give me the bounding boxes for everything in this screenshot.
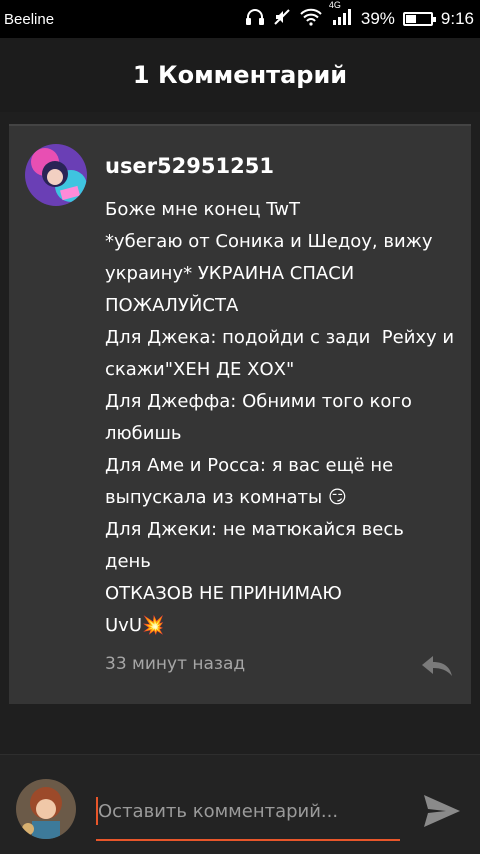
battery-fill <box>405 15 417 23</box>
send-icon <box>424 795 460 827</box>
send-button[interactable] <box>420 789 464 833</box>
battery-percent: 39% <box>360 9 395 28</box>
avatar[interactable] <box>25 144 87 206</box>
battery-icon <box>402 12 436 26</box>
page-title: 1 Комментарий <box>132 61 348 89</box>
reply-icon[interactable] <box>419 652 455 680</box>
status-bar: Beeline 4G 39% 9:16 <box>0 0 480 38</box>
comment-input-wrapper <box>96 789 400 841</box>
clock: 9:16 <box>440 9 474 28</box>
mute-icon <box>273 8 291 31</box>
signal-icon: 4G <box>329 0 353 31</box>
header: 1 Комментарий <box>0 38 480 112</box>
text-caret <box>96 797 98 825</box>
headphones-icon <box>245 8 265 31</box>
comment-body: Боже мне конец TwT *убегаю от Соника и Ш… <box>105 199 455 636</box>
comment-card: user52951251 Боже мне конец TwT *убегаю … <box>9 124 471 704</box>
wifi-icon <box>299 8 323 31</box>
comment-timestamp: 33 минут назад <box>105 654 246 674</box>
network-type-label: 4G <box>328 0 341 10</box>
user-avatar[interactable] <box>16 779 76 839</box>
comment-input[interactable] <box>96 789 400 833</box>
comment-composer <box>0 754 480 854</box>
comment-username[interactable]: user52951251 <box>105 154 274 178</box>
status-icons: 4G 39% 9:16 <box>245 0 474 31</box>
carrier-name: Beeline <box>4 10 55 28</box>
